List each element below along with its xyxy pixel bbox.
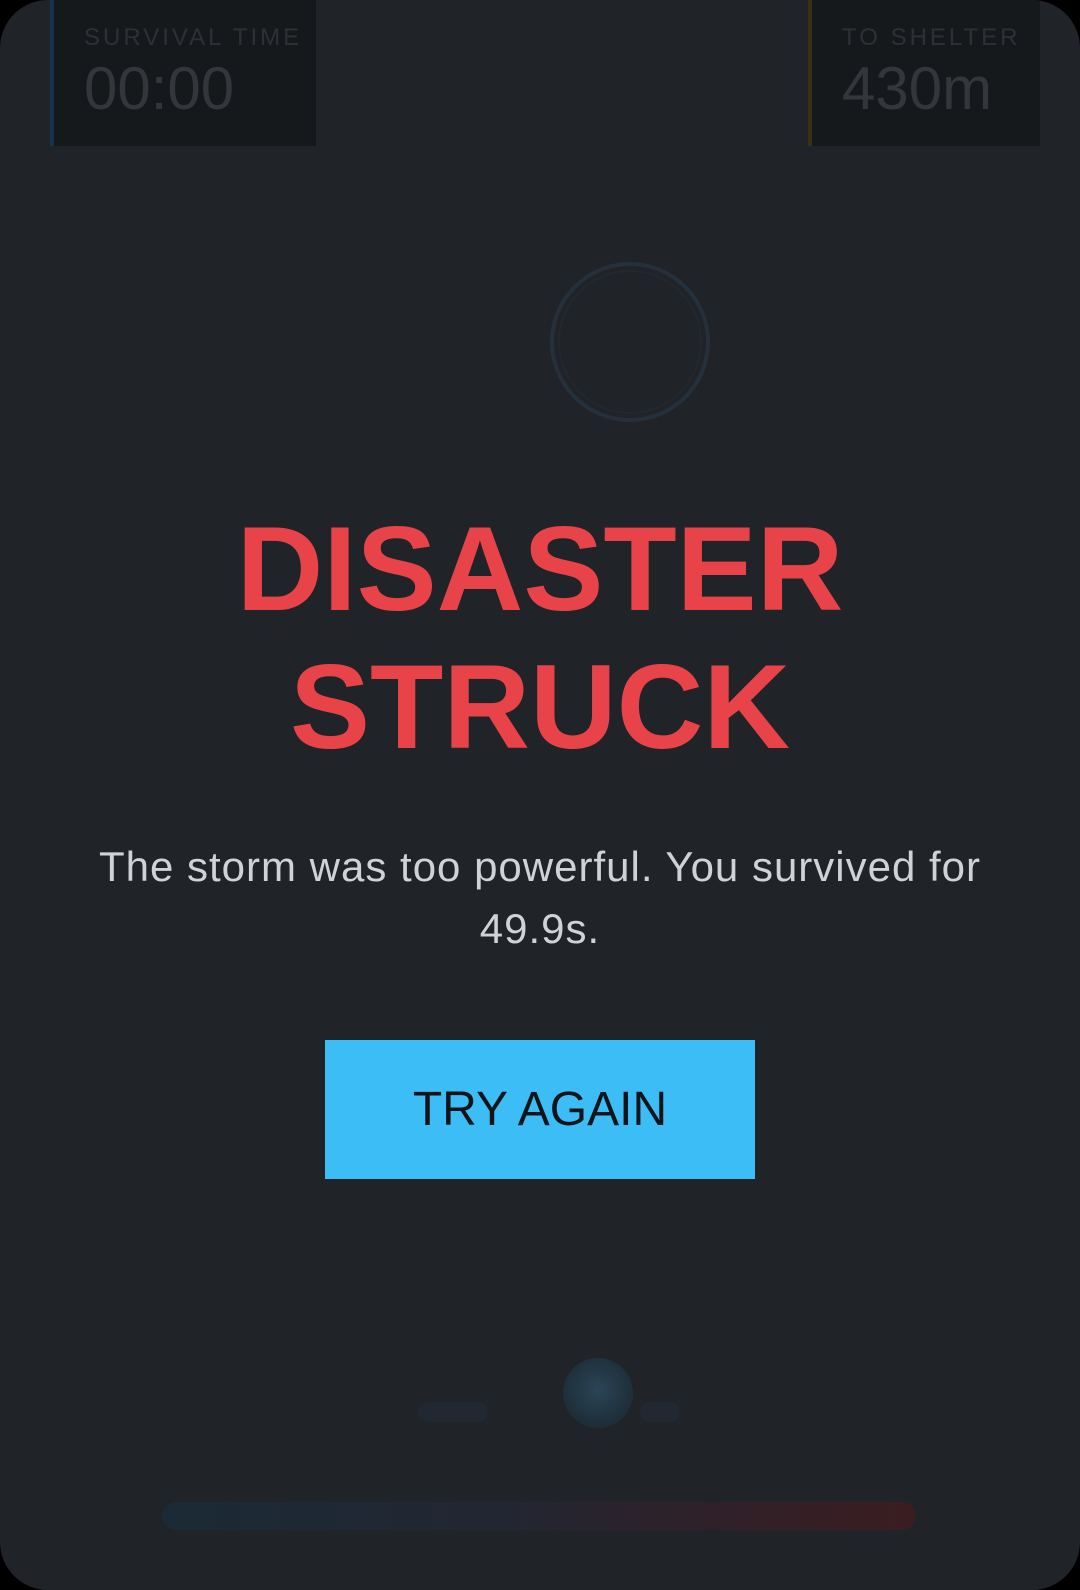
message-line-2: 49.9s. [479,905,601,952]
player-icon [563,1358,633,1428]
game-screen: SURVIVAL TIME 00:00 TO SHELTER 430m DISA… [0,0,1080,1590]
title-line-1: DISASTER [236,502,844,636]
game-over-message: The storm was too powerful. You survived… [80,836,1000,960]
survival-time-value: 00:00 [84,55,235,122]
shelter-distance-value: 430m [842,55,993,122]
title-line-2: STRUCK [290,640,790,774]
message-line-1: The storm was too powerful. You survived… [98,843,982,890]
shelter-distance-label: TO SHELTER [842,24,1021,51]
storm-intensity-meter [162,1502,916,1530]
survival-time-panel: SURVIVAL TIME 00:00 [50,0,316,146]
control-hint-right [640,1402,680,1422]
control-hint-left [418,1402,488,1422]
storm-radar-ring [550,262,710,422]
game-over-title: DISASTER STRUCK [0,500,1080,776]
try-again-button[interactable]: TRY AGAIN [325,1040,755,1179]
survival-time-label: SURVIVAL TIME [84,24,303,51]
shelter-distance-panel: TO SHELTER 430m [808,0,1040,146]
